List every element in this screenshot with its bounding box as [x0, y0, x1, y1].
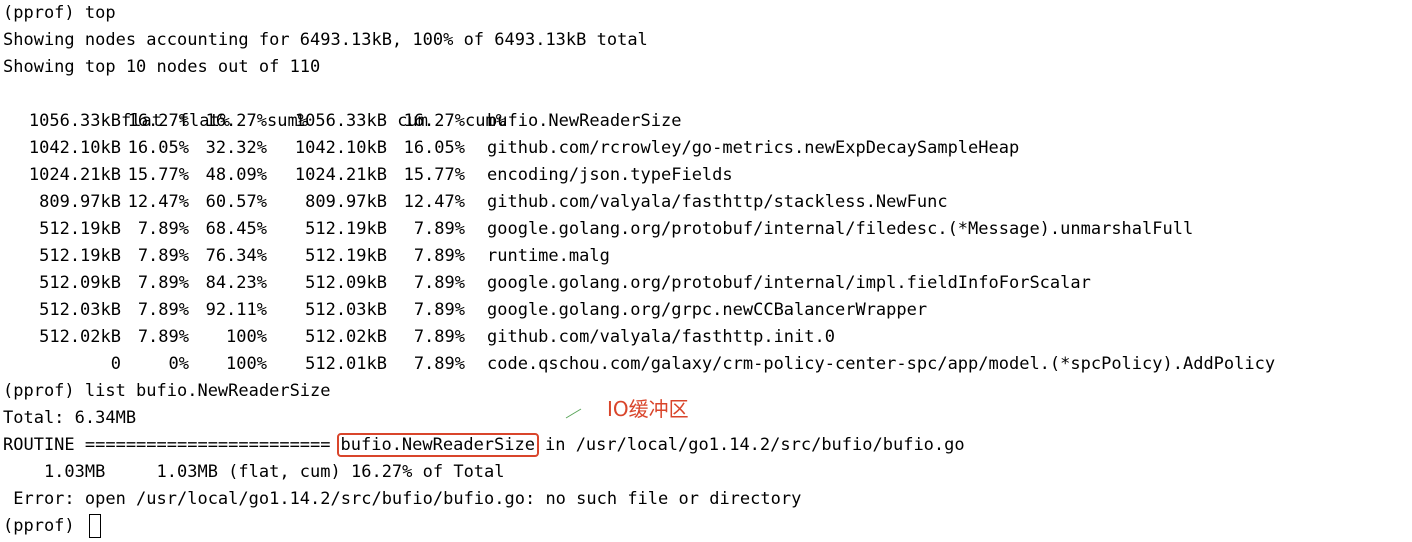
cell-flatp: 7.89% [137, 246, 189, 266]
cell-flat: 512.19kB [39, 219, 121, 239]
cell-name: bufio.NewReaderSize [487, 111, 682, 131]
summary-top-nodes: Showing top 10 nodes out of 110 [3, 57, 321, 77]
prompt-list: (pprof) list bufio.NewReaderSize [3, 381, 331, 401]
routine-suffix: in /usr/local/go1.14.2/src/bufio/bufio.g… [544, 435, 965, 455]
cell-flat: 512.19kB [39, 246, 121, 266]
cell-flatp: 0% [168, 354, 189, 374]
cell-flatp: 16.27% [127, 111, 189, 131]
cell-sum: 100% [226, 354, 267, 374]
cell-sum: 16.27% [205, 111, 267, 131]
table-row: 512.19kB 7.89% 68.45% 512.19kB 7.89% google.g… [3, 216, 1408, 243]
cell-sum: 76.34% [205, 246, 267, 266]
cell-cum: 512.02kB [305, 327, 387, 347]
cell-flatp: 7.89% [137, 273, 189, 293]
cell-sum: 100% [226, 327, 267, 347]
cell-cum: 1024.21kB [294, 165, 387, 185]
cell-flatp: 7.89% [137, 300, 189, 320]
highlighted-function: bufio.NewReaderSize [336, 433, 539, 457]
cell-flat: 512.02kB [39, 327, 121, 347]
cell-cum: 809.97kB [305, 192, 387, 212]
total-line: Total: 6.34MB [3, 408, 137, 428]
cell-sum: 48.09% [205, 165, 267, 185]
cell-cump: 7.89% [413, 354, 465, 374]
cell-name: encoding/json.typeFields [487, 165, 733, 185]
table-row: 1056.33kB 16.27% 16.27% 1056.33kB 16.27% bufi… [3, 108, 1408, 135]
table-row: 809.97kB 12.47% 60.57% 809.97kB 12.47% github… [3, 189, 1408, 216]
table-row: 1024.21kB 15.77% 48.09% 1024.21kB 15.77% enco… [3, 162, 1408, 189]
cell-flat: 1024.21kB [28, 165, 121, 185]
cell-flatp: 12.47% [127, 192, 189, 212]
cell-name: runtime.malg [487, 246, 610, 266]
cell-flat: 0 [110, 354, 121, 374]
prompt-top: (pprof) top [3, 3, 116, 23]
cell-name: github.com/valyala/fasthttp.init.0 [487, 327, 835, 347]
cell-cum: 1056.33kB [294, 111, 387, 131]
cell-name: google.golang.org/grpc.newCCBalancerWrap… [487, 300, 928, 320]
cell-sum: 92.11% [205, 300, 267, 320]
cell-name: github.com/valyala/fasthttp/stackless.Ne… [487, 192, 948, 212]
cell-flat: 809.97kB [39, 192, 121, 212]
cell-cump: 7.89% [413, 246, 465, 266]
cell-flat: 1056.33kB [28, 111, 121, 131]
cell-cump: 16.27% [403, 111, 465, 131]
cell-cum: 512.19kB [305, 246, 387, 266]
routine-line: ROUTINE ======================== bufio.Ne… [3, 432, 1408, 459]
error-line: Error: open /usr/local/go1.14.2/src/bufi… [3, 489, 802, 509]
table-row: 512.09kB 7.89% 84.23% 512.09kB 7.89% google.g… [3, 270, 1408, 297]
summary-accounting: Showing nodes accounting for 6493.13kB, … [3, 30, 648, 50]
cell-flatp: 15.77% [127, 165, 189, 185]
table-header: flat flat% sum% cum cum% [3, 81, 1408, 131]
cell-flatp: 16.05% [127, 138, 189, 158]
cell-cump: 16.05% [403, 138, 465, 158]
cell-cump: 7.89% [413, 273, 465, 293]
cell-cump: 7.89% [413, 327, 465, 347]
profile-table: 1056.33kB 16.27% 16.27% 1056.33kB 16.27% bufi… [3, 108, 1408, 378]
cell-cum: 1042.10kB [294, 138, 387, 158]
cell-cump: 7.89% [413, 300, 465, 320]
routine-detail: 1.03MB 1.03MB (flat, cum) 16.27% of Tota… [3, 462, 505, 482]
table-row: 1042.10kB 16.05% 32.32% 1042.10kB 16.05% gith… [3, 135, 1408, 162]
cell-sum: 32.32% [205, 138, 267, 158]
cell-cump: 15.77% [403, 165, 465, 185]
cell-flatp: 7.89% [137, 219, 189, 239]
cell-name: google.golang.org/protobuf/internal/impl… [487, 273, 1091, 293]
table-row: 0 0% 100% 512.01kB 7.89% code.qschou.com/gala… [3, 351, 1408, 378]
cell-name: github.com/rcrowley/go-metrics.newExpDec… [487, 138, 1020, 158]
cell-sum: 68.45% [205, 219, 267, 239]
annotation-arrow [565, 408, 582, 419]
cell-sum: 60.57% [205, 192, 267, 212]
cell-flat: 512.09kB [39, 273, 121, 293]
cell-sum: 84.23% [205, 273, 267, 293]
table-row: 512.02kB 7.89% 100% 512.02kB 7.89% github.com… [3, 324, 1408, 351]
cell-cump: 7.89% [413, 219, 465, 239]
cell-cum: 512.01kB [305, 354, 387, 374]
prompt-label: (pprof) [3, 516, 85, 536]
table-row: 512.03kB 7.89% 92.11% 512.03kB 7.89% google.g… [3, 297, 1408, 324]
routine-prefix: ROUTINE ======================== [3, 435, 331, 455]
text-cursor [88, 514, 101, 538]
cell-cump: 12.47% [403, 192, 465, 212]
cell-cum: 512.03kB [305, 300, 387, 320]
cell-flat: 512.03kB [39, 300, 121, 320]
terminal-window[interactable]: (pprof) top Showing nodes accounting for… [3, 0, 1408, 542]
annotation-label: IO缓冲区 [607, 397, 689, 421]
cell-name: google.golang.org/protobuf/internal/file… [487, 219, 1194, 239]
cell-flat: 1042.10kB [28, 138, 121, 158]
table-row: 512.19kB 7.89% 76.34% 512.19kB 7.89% runtime.… [3, 243, 1408, 270]
prompt-current[interactable]: (pprof) [3, 513, 1408, 540]
cell-cum: 512.09kB [305, 273, 387, 293]
cell-name: code.qschou.com/galaxy/crm-policy-center… [487, 354, 1276, 374]
cell-flatp: 7.89% [137, 327, 189, 347]
cell-cum: 512.19kB [305, 219, 387, 239]
